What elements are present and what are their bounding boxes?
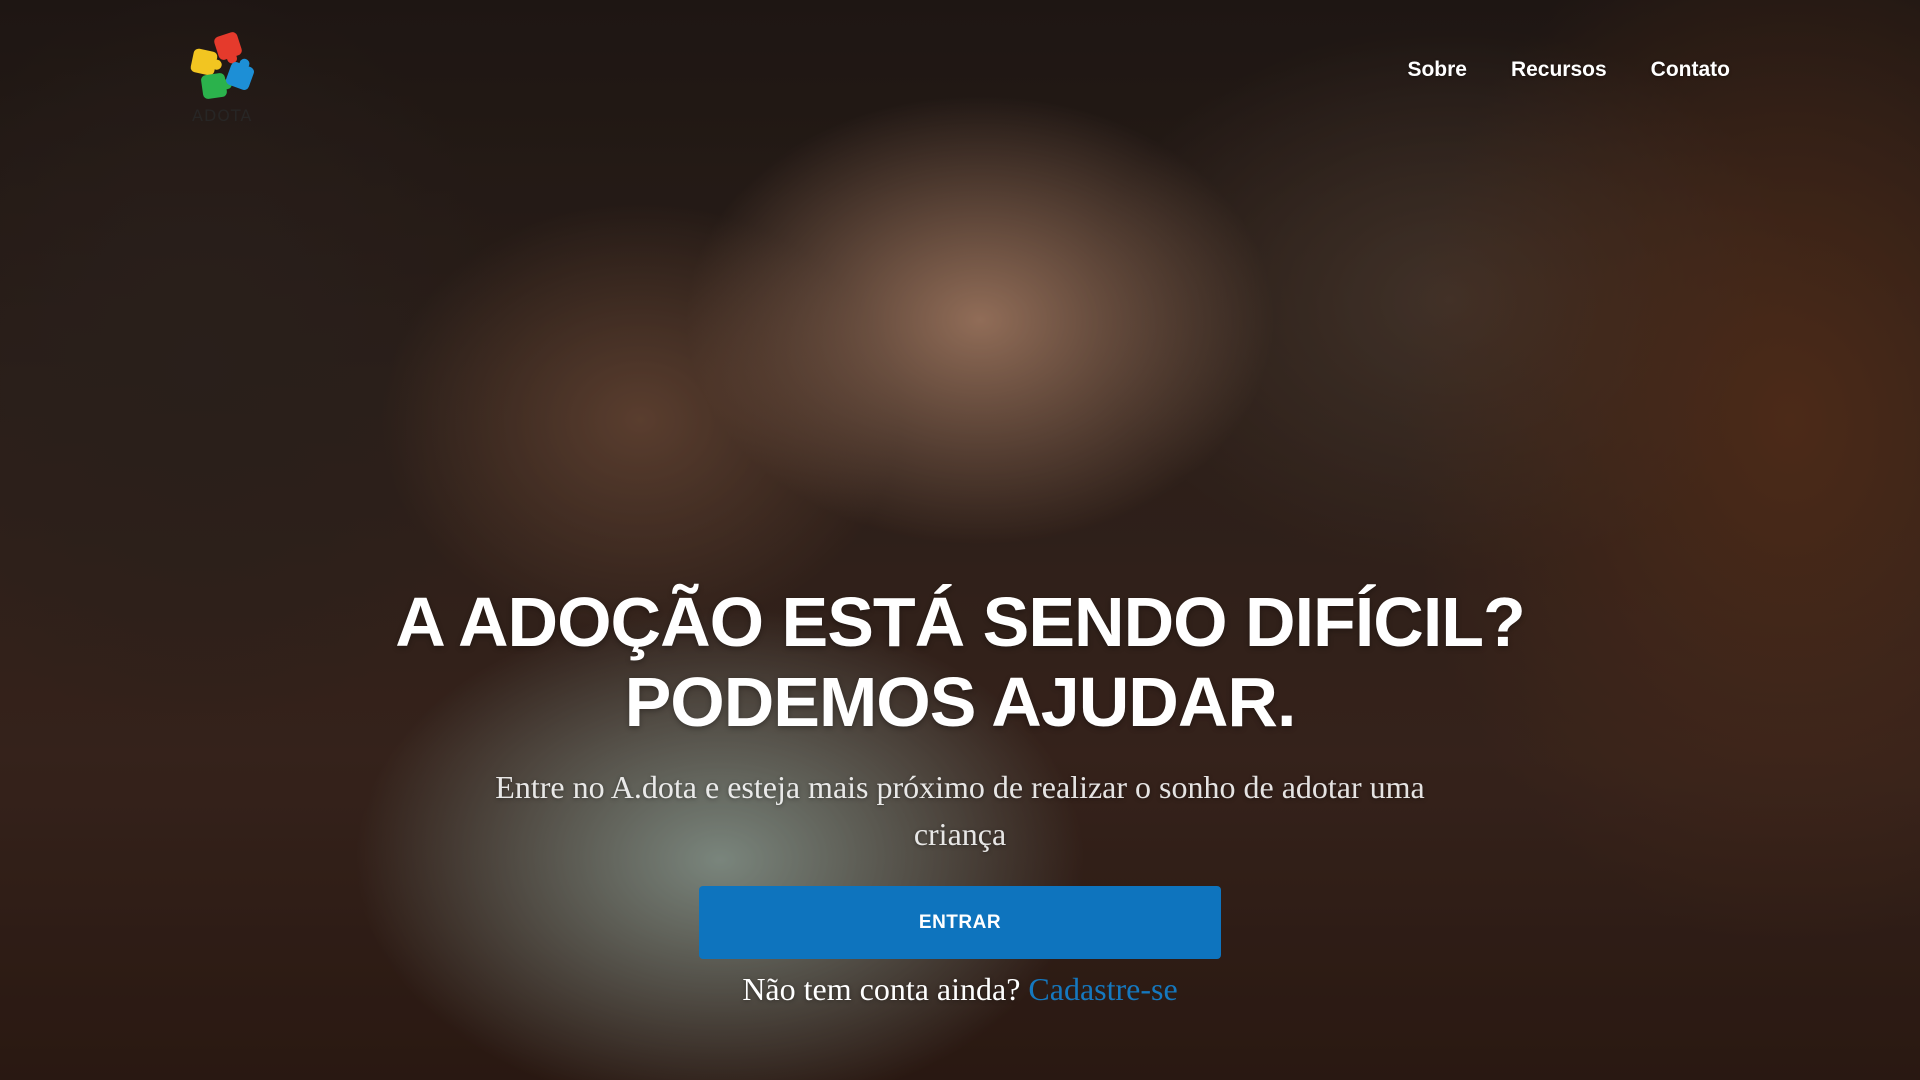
brand-logo[interactable]: ADOTA — [188, 28, 268, 125]
nav-link-sobre[interactable]: Sobre — [1407, 58, 1467, 82]
nav-link-contato[interactable]: Contato — [1651, 58, 1730, 82]
hero-headline-line-1: A ADOÇÃO ESTÁ SENDO DIFÍCIL? — [395, 583, 1526, 661]
top-navigation: Sobre Recursos Contato — [1407, 58, 1730, 82]
hero-section: A ADOÇÃO ESTÁ SENDO DIFÍCIL? PODEMOS AJU… — [0, 582, 1920, 1008]
brand-logo-text: ADOTA — [192, 106, 253, 125]
puzzle-pieces-icon — [188, 28, 260, 100]
signup-prompt-text: Não tem conta ainda? — [742, 971, 1021, 1007]
nav-link-recursos[interactable]: Recursos — [1511, 58, 1607, 82]
signup-prompt-line: Não tem conta ainda? Cadastre-se — [0, 971, 1920, 1008]
login-button[interactable]: ENTRAR — [699, 886, 1221, 959]
hero-headline: A ADOÇÃO ESTÁ SENDO DIFÍCIL? PODEMOS AJU… — [0, 582, 1920, 742]
landing-page: ADOTA Sobre Recursos Contato A ADOÇÃO ES… — [0, 0, 1920, 1080]
signup-link[interactable]: Cadastre-se — [1028, 971, 1177, 1007]
hero-headline-line-2: PODEMOS AJUDAR. — [624, 663, 1297, 741]
hero-subheadline: Entre no A.dota e esteja mais próximo de… — [495, 769, 1425, 852]
